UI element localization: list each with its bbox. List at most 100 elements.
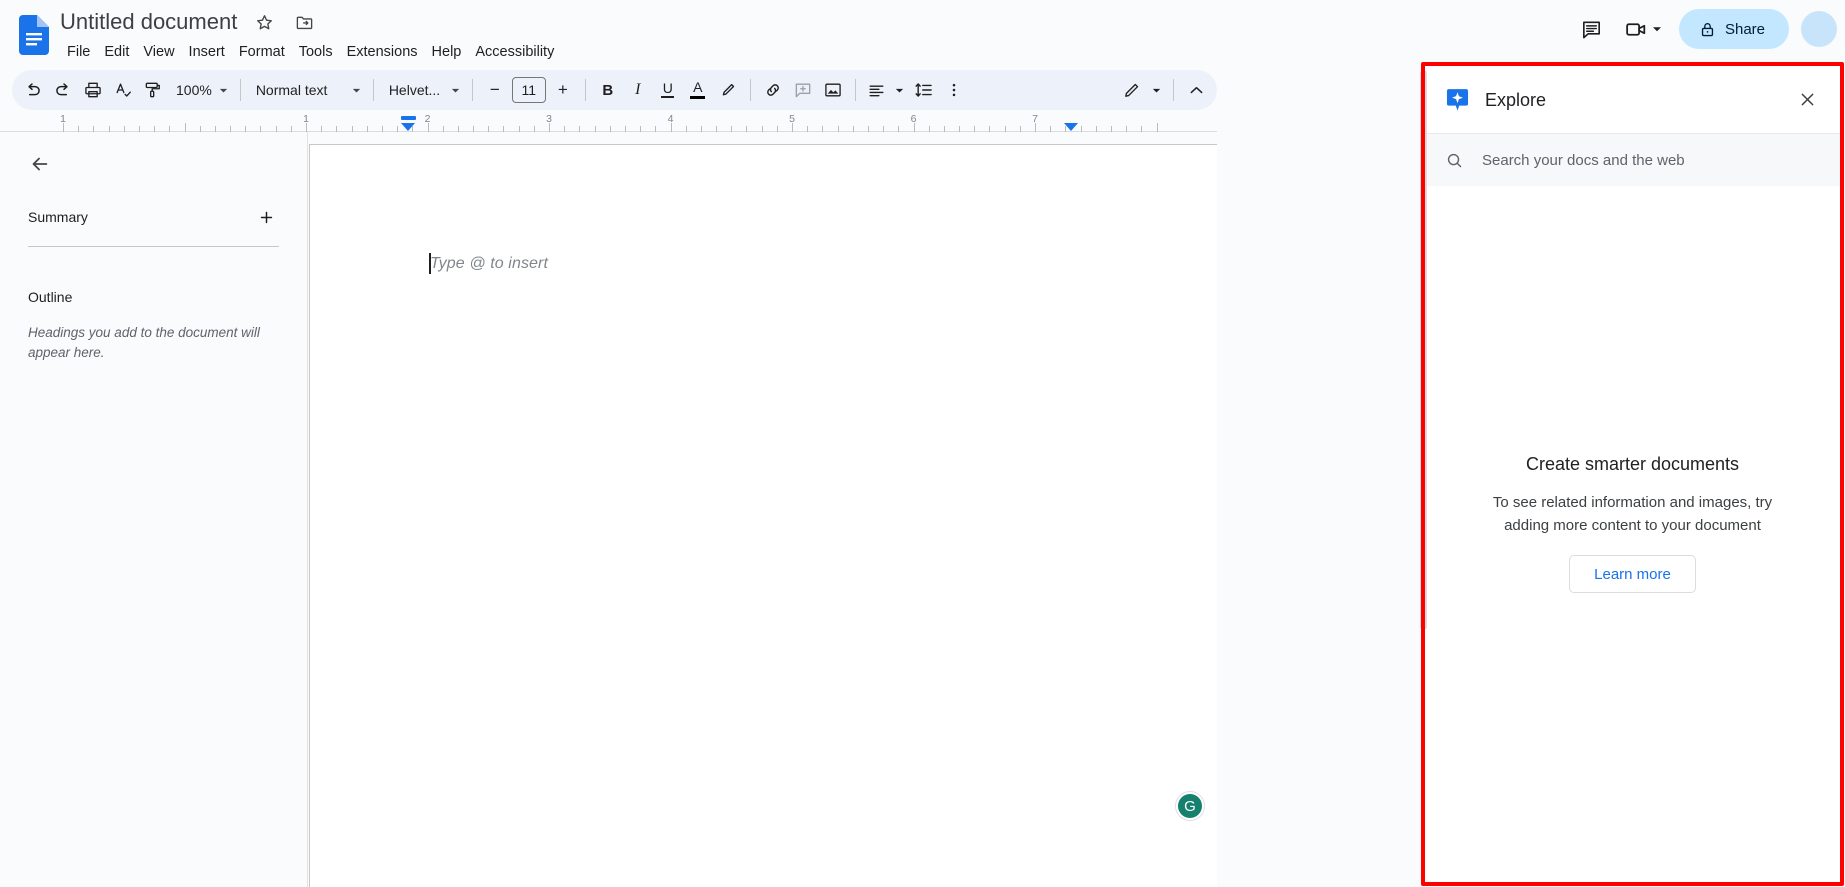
- zoom-dropdown[interactable]: 100%: [168, 75, 233, 105]
- font-size-input[interactable]: 11: [512, 77, 546, 103]
- more-options-icon[interactable]: [939, 75, 969, 105]
- avatar[interactable]: [1801, 11, 1837, 47]
- explore-panel: Explore Search your docs and the web Cre…: [1425, 66, 1840, 886]
- summary-label: Summary: [28, 209, 88, 225]
- ruler-inch-tick: [185, 123, 186, 132]
- ruler-ticks: 1 1 2 3 4 5 6 7: [0, 110, 1217, 132]
- document-ruler[interactable]: 1 1 2 3 4 5 6 7: [0, 110, 1217, 132]
- panel-scrollbar[interactable]: [1420, 70, 1427, 630]
- text-color-button[interactable]: A: [683, 75, 713, 105]
- redo-icon[interactable]: [48, 75, 78, 105]
- move-to-folder-icon[interactable]: [291, 9, 317, 35]
- ruler-number: 1: [303, 113, 309, 125]
- align-dropdown[interactable]: [863, 75, 909, 105]
- meet-button[interactable]: [1616, 9, 1669, 49]
- left-indent-bar-marker[interactable]: [401, 116, 416, 120]
- toolbar-divider: [750, 79, 751, 101]
- line-spacing-icon[interactable]: [909, 75, 939, 105]
- summary-section-header: Summary: [28, 204, 279, 230]
- learn-more-button[interactable]: Learn more: [1569, 555, 1696, 593]
- document-title[interactable]: Untitled document: [60, 8, 237, 36]
- ruler-number: 3: [546, 113, 552, 125]
- chevron-down-icon: [1651, 23, 1663, 35]
- explore-sparkle-icon: [1445, 87, 1469, 113]
- ruler-number: 4: [668, 113, 674, 125]
- close-icon[interactable]: [1790, 83, 1824, 117]
- document-page[interactable]: Type @ to insert: [309, 144, 1217, 887]
- docs-logo-icon[interactable]: [14, 8, 54, 62]
- toolbar-divider: [240, 79, 241, 101]
- font-family-value: Helvet...: [389, 82, 444, 98]
- chevron-down-icon: [450, 85, 461, 96]
- paint-format-icon[interactable]: [138, 75, 168, 105]
- share-button[interactable]: Share: [1679, 9, 1789, 49]
- ruler-number: 6: [911, 113, 917, 125]
- explore-empty-state: Create smarter documents To see related …: [1425, 186, 1840, 886]
- insert-image-icon[interactable]: [818, 75, 848, 105]
- menu-item-view[interactable]: View: [136, 40, 181, 64]
- bold-button[interactable]: B: [593, 75, 623, 105]
- text-style-dropdown[interactable]: Normal text: [248, 75, 366, 105]
- grammarly-letter: G: [1178, 794, 1202, 818]
- menu-item-file[interactable]: File: [60, 40, 97, 64]
- text-color-swatch: [690, 96, 705, 99]
- document-placeholder[interactable]: Type @ to insert: [430, 255, 548, 273]
- search-icon: [1445, 151, 1464, 170]
- explore-panel-header: Explore: [1425, 66, 1840, 134]
- header-actions: Share: [1572, 0, 1845, 58]
- toolbar-divider: [472, 79, 473, 101]
- toolbar-divider: [373, 79, 374, 101]
- star-icon[interactable]: [251, 9, 277, 35]
- add-comment-icon[interactable]: [788, 75, 818, 105]
- menu-item-tools[interactable]: Tools: [292, 40, 340, 64]
- document-outline-sidebar: Summary Outline Headings you add to the …: [0, 132, 308, 887]
- explore-search-placeholder: Search your docs and the web: [1482, 152, 1685, 169]
- video-camera-icon: [1624, 17, 1649, 42]
- menu-item-help[interactable]: Help: [425, 40, 469, 64]
- underline-letter: U: [663, 82, 673, 95]
- increase-font-size-button[interactable]: +: [548, 75, 578, 105]
- comment-history-icon[interactable]: [1572, 9, 1612, 49]
- ruler-number: 2: [425, 113, 431, 125]
- ruler-inch-tick: [1157, 123, 1158, 132]
- zoom-value: 100%: [176, 82, 212, 98]
- ruler-number: 5: [789, 113, 795, 125]
- link-icon[interactable]: [758, 75, 788, 105]
- outline-label: Outline: [28, 289, 279, 305]
- spellcheck-icon[interactable]: [108, 75, 138, 105]
- ruler-number: 1: [60, 113, 66, 125]
- font-family-dropdown[interactable]: Helvet...: [381, 75, 465, 105]
- explore-search-box[interactable]: Search your docs and the web: [1425, 134, 1840, 186]
- menu-item-insert[interactable]: Insert: [182, 40, 232, 64]
- menu-item-extensions[interactable]: Extensions: [340, 40, 425, 64]
- plus-icon[interactable]: [253, 204, 279, 230]
- printer-icon[interactable]: [78, 75, 108, 105]
- chevron-down-icon: [1151, 85, 1162, 96]
- explore-empty-body: To see related information and images, t…: [1483, 491, 1783, 537]
- outline-empty-message: Headings you add to the document will ap…: [28, 323, 279, 363]
- chevron-down-icon: [218, 85, 229, 96]
- menu-item-accessibility[interactable]: Accessibility: [468, 40, 561, 64]
- main-toolbar: 100% Normal text Helvet... −: [12, 70, 1217, 110]
- editing-mode-dropdown[interactable]: [1118, 75, 1166, 105]
- title-row: Untitled document: [60, 6, 1572, 38]
- chevron-down-icon: [351, 85, 362, 96]
- underline-rule: [661, 96, 674, 97]
- arrow-back-icon[interactable]: [22, 146, 58, 182]
- undo-icon[interactable]: [18, 75, 48, 105]
- underline-button[interactable]: U: [653, 75, 683, 105]
- italic-button[interactable]: I: [623, 75, 653, 105]
- menu-bar: File Edit View Insert Format Tools Exten…: [60, 39, 1572, 65]
- highlighter-icon[interactable]: [713, 75, 743, 105]
- grammarly-icon[interactable]: G: [1175, 791, 1205, 821]
- explore-empty-title: Create smarter documents: [1526, 454, 1739, 475]
- menu-item-format[interactable]: Format: [232, 40, 292, 64]
- ruler-number: 7: [1032, 113, 1038, 125]
- summary-divider: [28, 246, 279, 247]
- chevron-up-icon[interactable]: [1181, 75, 1211, 105]
- app-header: Untitled document File Edit View In: [0, 0, 1845, 70]
- decrease-font-size-button[interactable]: −: [480, 75, 510, 105]
- toolbar-divider: [855, 79, 856, 101]
- document-canvas[interactable]: Type @ to insert G: [309, 132, 1217, 887]
- menu-item-edit[interactable]: Edit: [97, 40, 136, 64]
